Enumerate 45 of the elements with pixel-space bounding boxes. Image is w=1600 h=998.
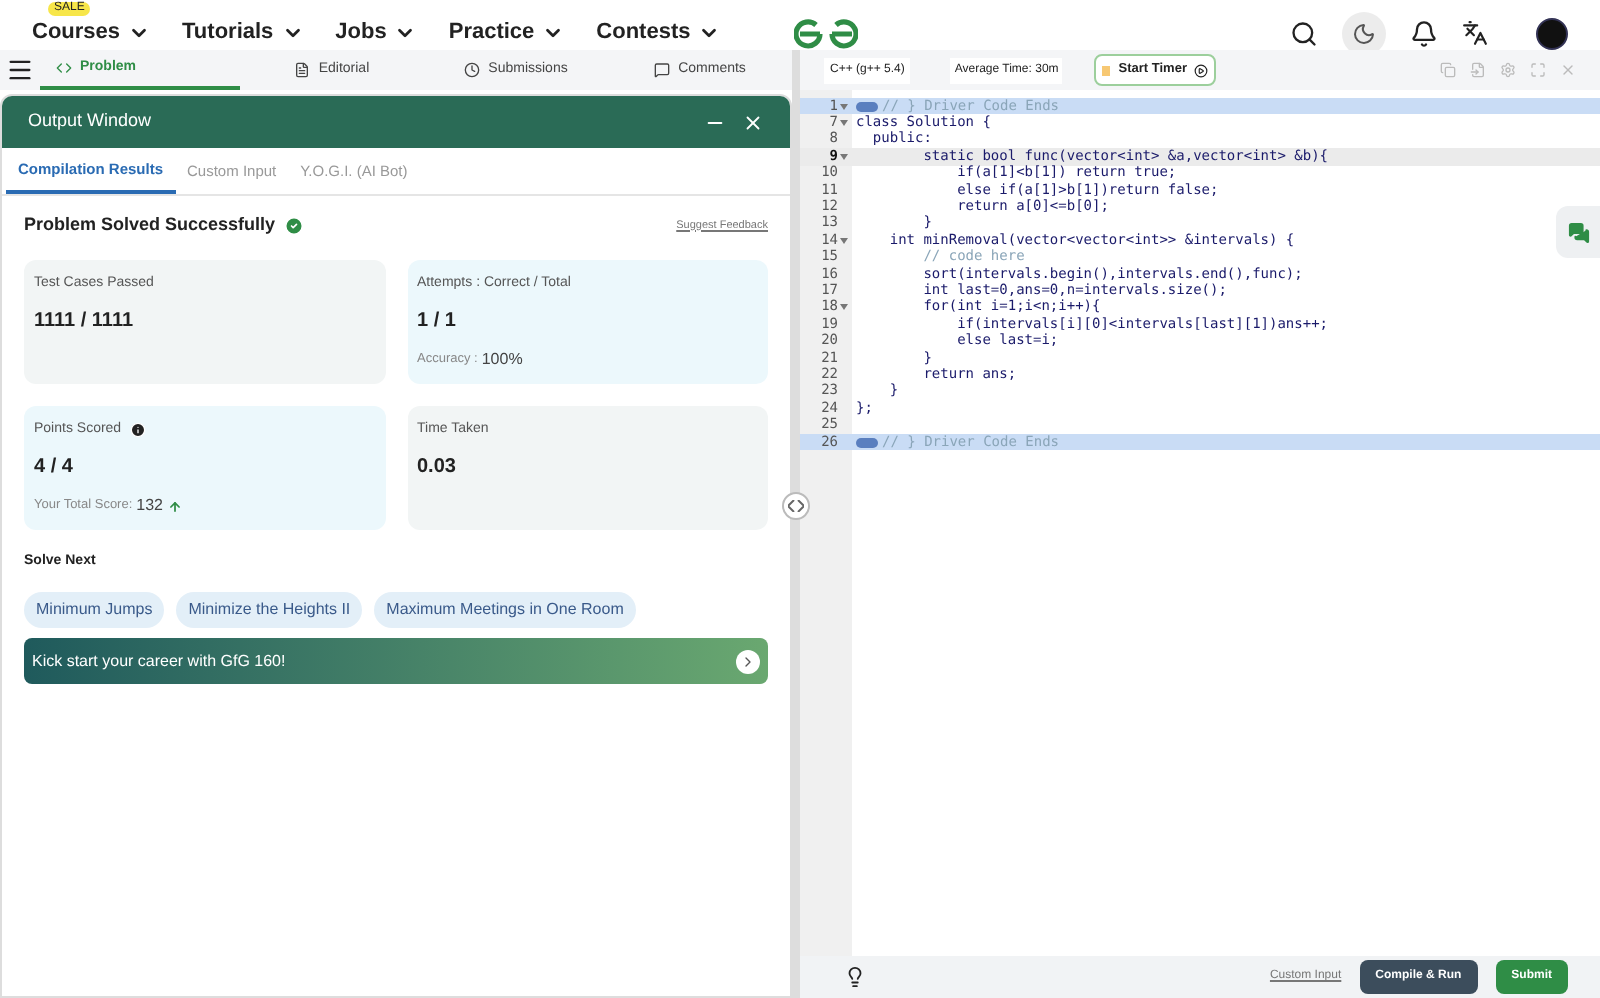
fold-arrow-icon[interactable]	[840, 103, 848, 110]
problem-chip[interactable]: Maximum Meetings in One Room	[374, 592, 636, 628]
arrow-right-icon	[736, 649, 760, 673]
code-icon	[56, 60, 72, 76]
nav-menu-item[interactable]: Courses	[32, 16, 151, 50]
stat-value: 4 / 4	[34, 454, 75, 482]
menu-icon[interactable]	[6, 56, 34, 84]
chat-bubble-icon	[654, 62, 671, 78]
problem-chip[interactable]: Minimize the Heights II	[176, 592, 363, 628]
chat-icon	[1567, 221, 1589, 243]
nav-menu-item[interactable]: Jobs	[335, 16, 417, 50]
folded-code-marker[interactable]	[856, 437, 878, 447]
play-icon	[1194, 63, 1209, 77]
moon-icon	[1352, 21, 1376, 45]
lightbulb-icon[interactable]	[844, 966, 866, 988]
info-icon[interactable]	[129, 421, 146, 438]
notification-icon[interactable]	[1410, 19, 1438, 47]
fold-arrow-icon[interactable]	[840, 120, 848, 127]
language-icon[interactable]	[1462, 20, 1488, 46]
stat-value: 0.03	[417, 454, 458, 482]
search-icon[interactable]	[1290, 19, 1318, 47]
document-icon	[294, 62, 311, 78]
fold-arrow-icon[interactable]	[840, 237, 848, 244]
promo-banner[interactable]: Kick start your career with GfG 160!	[24, 638, 768, 684]
resize-handle[interactable]	[782, 492, 810, 520]
nav-menu-item[interactable]: Contests	[596, 16, 721, 50]
window-title: Output Window	[28, 108, 154, 135]
stat-note-value: 132	[136, 494, 164, 518]
chat-button[interactable]	[1556, 206, 1600, 258]
clock-icon	[464, 62, 481, 78]
dark-mode-button[interactable]	[1342, 11, 1386, 55]
stat-value: 1 / 1	[417, 308, 458, 336]
stat-note-value: 100%	[481, 348, 523, 372]
status-message: Problem Solved Successfully	[24, 212, 276, 238]
folded-code-marker[interactable]	[856, 101, 878, 112]
close-icon[interactable]	[742, 111, 764, 133]
check-icon	[283, 215, 304, 236]
nav-menu-item[interactable]: Tutorials	[182, 16, 304, 50]
fold-arrow-icon[interactable]	[840, 153, 848, 160]
nav-menu-item[interactable]: Practice	[448, 16, 565, 50]
logo-icon	[794, 17, 858, 49]
stat-value: 1111 / 1111	[34, 308, 136, 336]
fold-arrow-icon[interactable]	[840, 304, 848, 311]
problem-chip[interactable]: Minimum Jumps	[24, 592, 165, 628]
avatar[interactable]	[1536, 17, 1568, 49]
